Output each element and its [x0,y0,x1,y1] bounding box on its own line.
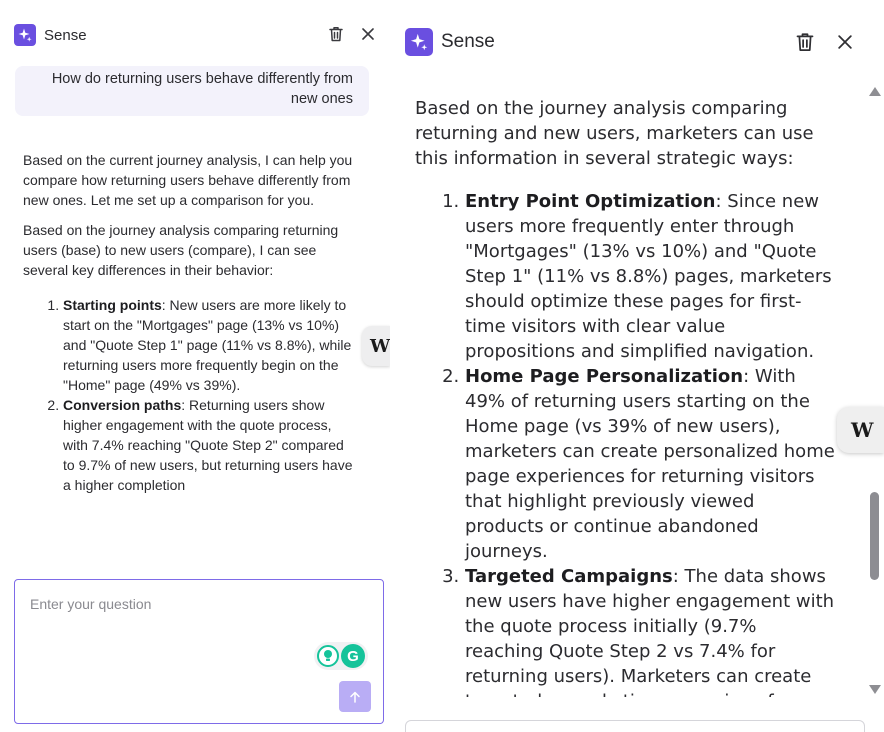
answer-paragraph: Based on the current journey analysis, I… [23,152,353,208]
list-item-text: : Since new users more frequently enter … [465,191,832,362]
assistant-answer: Based on the current journey analysis, I… [23,150,358,495]
w-logo-icon: W [370,335,390,357]
list-item-title: Targeted Campaigns [465,566,673,587]
list-item: Starting points: New users are more like… [63,295,358,395]
list-item-title: Home Page Personalization [465,366,744,387]
list-item-text: : With 49% of returning users starting o… [465,366,835,562]
sense-logo-icon [405,28,433,56]
close-icon[interactable] [836,33,854,51]
sense-logo-icon [14,24,36,46]
scrollbar-thumb[interactable] [870,492,879,580]
arrow-up-icon [350,691,360,703]
w-extension-tab[interactable]: W [837,407,884,453]
w-logo-icon: W [851,418,874,442]
list-item-title: Conversion paths [63,397,182,413]
list-item: Conversion paths: Returning users show h… [63,395,358,495]
right-header: Sense [405,28,495,56]
left-header: Sense [14,23,87,47]
answer-list: Entry Point Optimization: Since new user… [465,189,835,697]
left-chat-panel: Sense How do returning users behave diff… [0,0,390,732]
user-message-bubble: How do returning users behave differentl… [15,66,369,116]
answer-paragraph: Based on the journey analysis comparing … [23,222,339,278]
assistant-answer: Based on the journey analysis comparing … [415,96,835,697]
trash-icon[interactable] [327,25,345,43]
send-button[interactable] [339,681,371,712]
grammarly-widget[interactable]: G [314,642,368,670]
grammarly-icon[interactable]: G [341,644,365,668]
right-chat-panel: Sense Based on the journey analysis comp… [390,0,884,732]
answer-list: Starting points: New users are more like… [63,295,358,495]
brand-name: Sense [441,31,495,52]
scroll-down-arrow-icon[interactable] [869,685,881,694]
brand-name: Sense [44,26,87,44]
right-message-area: Based on the journey analysis comparing … [390,92,860,697]
answer-paragraph: Based on the journey analysis comparing … [415,98,814,169]
list-item-title: Starting points [63,297,162,313]
left-message-area: Sense How do returning users behave diff… [0,0,390,560]
list-item-title: Entry Point Optimization [465,191,716,212]
lightbulb-icon[interactable] [317,645,339,667]
close-icon[interactable] [360,26,376,42]
trash-icon[interactable] [794,31,816,53]
w-extension-tab[interactable]: W [362,326,390,366]
list-item: Home Page Personalization: With 49% of r… [465,364,835,564]
scroll-up-arrow-icon[interactable] [869,87,881,96]
list-item: Entry Point Optimization: Since new user… [465,189,835,364]
question-input-box[interactable] [405,720,865,732]
list-item: Targeted Campaigns: The data shows new u… [465,564,835,697]
